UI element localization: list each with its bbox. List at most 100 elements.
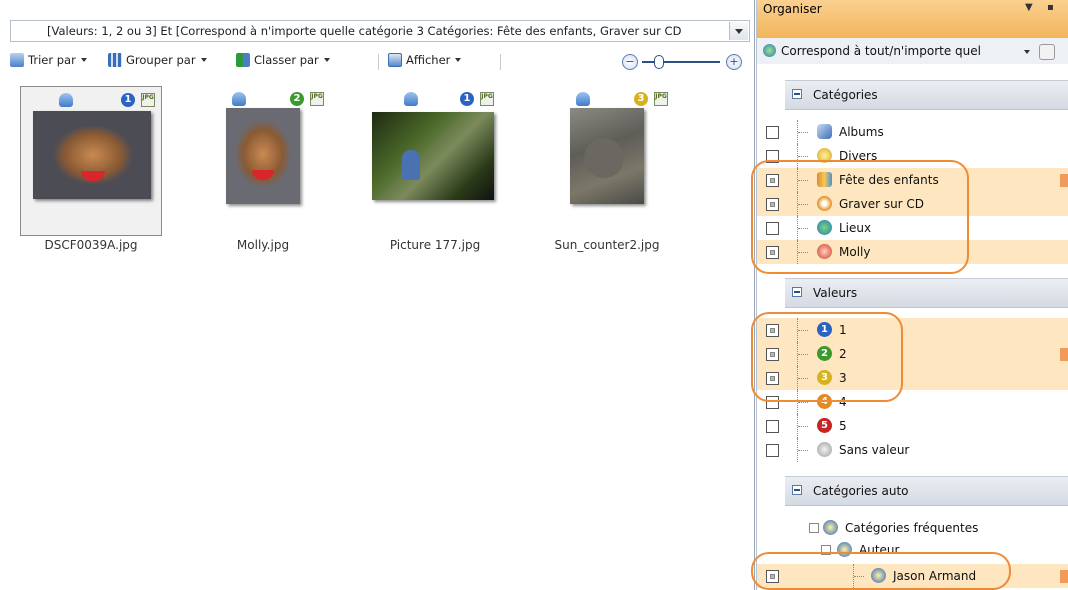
checkbox[interactable] — [766, 420, 779, 433]
thumbnail-image — [570, 108, 644, 204]
category-label: Graver sur CD — [839, 197, 925, 211]
browser-pane: [Valeurs: 1, 2 ou 3] Et [Correspond à n'… — [0, 0, 755, 590]
thumbnail-item[interactable]: 1 JPG DSCF0039A.jpg — [20, 86, 162, 256]
tree-line — [797, 120, 808, 144]
filter-dropdown-button[interactable] — [729, 22, 748, 40]
thumbnail-item[interactable]: 3 JPG Sun_counter2.jpg — [536, 86, 678, 256]
auto-row-jason[interactable]: Jason Armand — [757, 564, 1068, 588]
tree-line — [797, 216, 808, 240]
checkbox[interactable] — [766, 444, 779, 457]
value-label: 2 — [839, 347, 847, 361]
checkbox[interactable] — [766, 246, 779, 259]
collapse-icon[interactable] — [792, 287, 802, 297]
checkbox[interactable] — [766, 396, 779, 409]
value-label: 1 — [839, 323, 847, 337]
thumbnail-image — [33, 111, 151, 199]
tree-line — [797, 318, 808, 342]
group-button[interactable]: Grouper par — [108, 53, 207, 71]
section-categories[interactable]: Catégories — [785, 80, 1068, 110]
tree-line — [853, 564, 864, 588]
info-icon — [823, 520, 838, 535]
match-label: Correspond à tout/n'importe quel — [781, 44, 981, 58]
sort-button[interactable]: Trier par — [10, 53, 87, 71]
thumbnail-image — [372, 112, 494, 200]
collapse-icon[interactable] — [792, 89, 802, 99]
zoom-out-button[interactable]: − — [622, 54, 638, 70]
category-row-lieux[interactable]: Lieux — [757, 216, 1068, 240]
checkbox[interactable] — [766, 222, 779, 235]
match-selector[interactable]: Correspond à tout/n'importe quel — [757, 38, 1068, 64]
thumbnail-item[interactable]: 2 JPG Molly.jpg — [192, 86, 334, 256]
category-row-graver[interactable]: Graver sur CD — [757, 192, 1068, 216]
zoom-slider[interactable]: − + — [622, 54, 744, 70]
checkbox[interactable] — [766, 126, 779, 139]
clear-filter-icon[interactable] — [1039, 44, 1055, 60]
group-icon — [108, 53, 122, 67]
value-label: 4 — [839, 395, 847, 409]
zoom-in-button[interactable]: + — [726, 54, 742, 70]
rating-3-icon: 3 — [817, 370, 832, 385]
scroll-marker — [1060, 348, 1068, 361]
thumbnail-caption: DSCF0039A.jpg — [44, 238, 138, 252]
scroll-marker — [1060, 174, 1068, 187]
auto-row-frequent[interactable]: Catégories fréquentes — [757, 516, 1068, 540]
checkbox[interactable] — [766, 198, 779, 211]
children-icon — [817, 172, 832, 187]
tag-pin-icon — [576, 92, 590, 106]
checkbox[interactable] — [766, 570, 779, 583]
child-shape — [402, 150, 420, 180]
collapse-icon[interactable] — [809, 523, 819, 533]
category-label: Fête des enfants — [839, 173, 939, 187]
order-button[interactable]: Classer par — [236, 53, 330, 71]
view-label: Afficher — [406, 53, 451, 67]
section-values[interactable]: Valeurs — [785, 278, 1068, 308]
collapse-icon[interactable] — [792, 485, 802, 495]
no-rating-icon — [817, 442, 832, 457]
auto-row-author[interactable]: Auteur — [757, 538, 1068, 562]
sort-icon — [10, 53, 24, 67]
rating-2-icon: 2 — [817, 346, 832, 361]
tree-line — [797, 168, 808, 192]
category-row-albums[interactable]: Albums — [757, 120, 1068, 144]
tree-line — [797, 414, 808, 438]
globe-icon — [763, 44, 776, 57]
category-row-divers[interactable]: Divers — [757, 144, 1068, 168]
category-row-fete[interactable]: Fête des enfants — [757, 168, 1068, 192]
filter-bar[interactable]: [Valeurs: 1, 2 ou 3] Et [Correspond à n'… — [10, 20, 750, 42]
organizer-tree: Catégories Albums Divers Fête des enfant… — [757, 64, 1068, 590]
thumbnail-item[interactable]: 1 JPG Picture 177.jpg — [364, 86, 506, 256]
organizer-header: Organiser ▼ ▪ — [757, 0, 1068, 39]
misc-icon — [817, 148, 832, 163]
chevron-down-icon[interactable] — [1024, 50, 1030, 54]
section-auto-categories[interactable]: Catégories auto — [785, 476, 1068, 506]
tree-line — [797, 366, 808, 390]
value-row-1[interactable]: 1 1 — [757, 318, 1068, 342]
value-row-none[interactable]: Sans valeur — [757, 438, 1068, 462]
checkbox[interactable] — [766, 348, 779, 361]
section-label: Valeurs — [813, 286, 858, 300]
value-row-5[interactable]: 5 5 — [757, 414, 1068, 438]
rating-5-icon: 5 — [817, 418, 832, 433]
section-label: Catégories — [813, 88, 878, 102]
category-row-molly[interactable]: Molly — [757, 240, 1068, 264]
checkbox[interactable] — [766, 150, 779, 163]
tree-line — [797, 192, 808, 216]
panel-menu-icon[interactable]: ▼ — [1025, 2, 1033, 13]
checkbox[interactable] — [766, 174, 779, 187]
zoom-handle[interactable] — [654, 55, 664, 69]
rating-badge: 1 — [460, 92, 474, 106]
value-row-4[interactable]: 4 4 — [757, 390, 1068, 414]
toolbar-divider — [500, 54, 501, 70]
jpg-format-icon: JPG — [310, 92, 324, 106]
view-button[interactable]: Afficher — [388, 53, 462, 71]
value-row-3[interactable]: 3 3 — [757, 366, 1068, 390]
chevron-down-icon — [80, 58, 87, 62]
group-label: Grouper par — [126, 53, 196, 67]
value-row-2[interactable]: 2 2 — [757, 342, 1068, 366]
panel-pin-icon[interactable]: ▪ — [1047, 2, 1054, 13]
checkbox[interactable] — [766, 324, 779, 337]
bandana-shape — [252, 170, 274, 180]
checkbox[interactable] — [766, 372, 779, 385]
auto-label: Auteur — [859, 543, 900, 557]
collapse-icon[interactable] — [821, 545, 831, 555]
